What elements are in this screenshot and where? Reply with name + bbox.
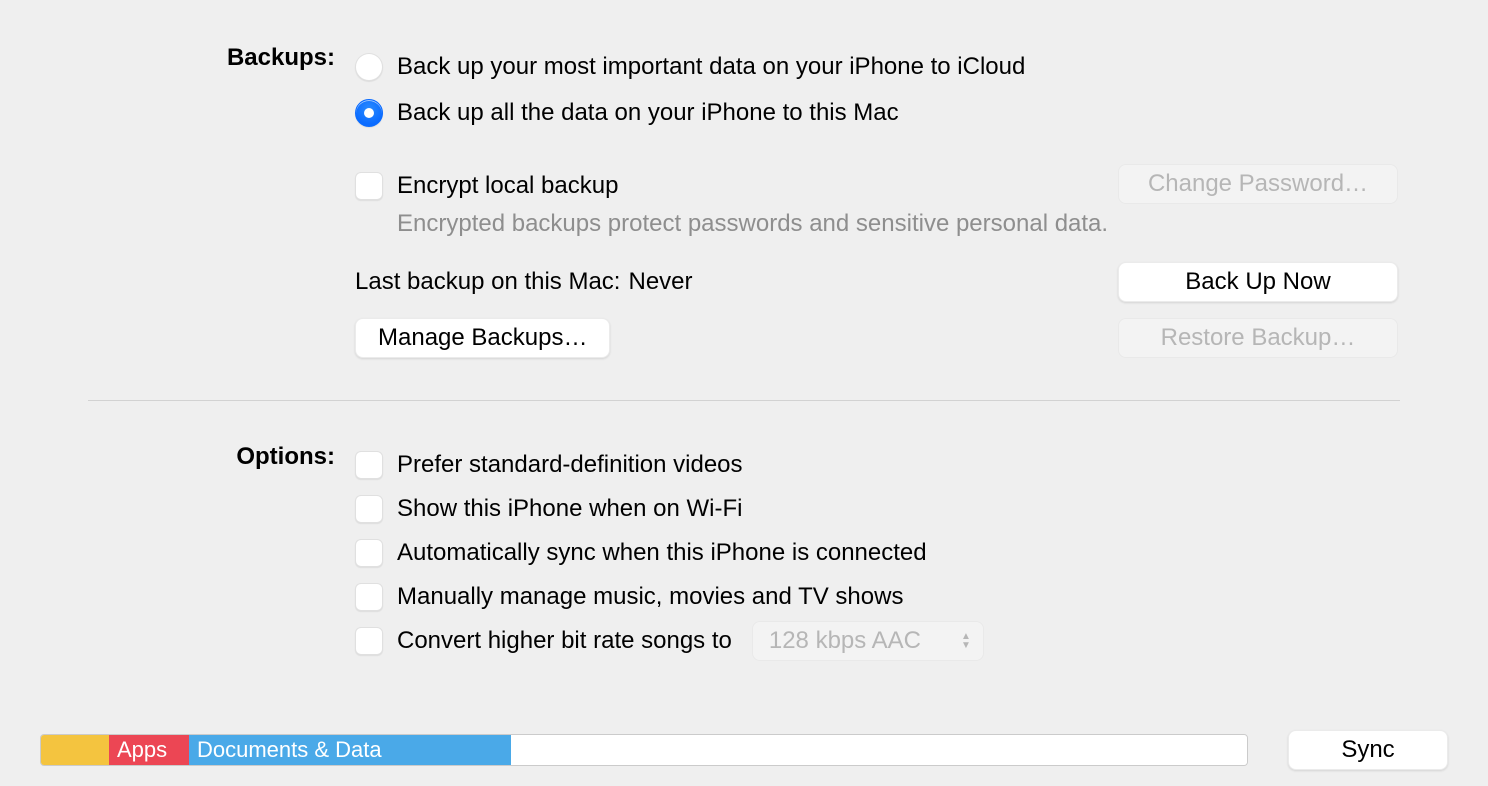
bitrate-dropdown-value: 128 kbps AAC	[769, 627, 921, 655]
option-autosync-checkbox[interactable]	[355, 539, 383, 567]
last-backup-label: Last backup on this Mac:	[355, 268, 620, 296]
option-autosync-label: Automatically sync when this iPhone is c…	[397, 539, 927, 567]
storage-segment-apps: Apps	[109, 735, 189, 765]
storage-segment-documents: Documents & Data	[189, 735, 511, 765]
backup-mac-radio[interactable]	[355, 99, 383, 127]
options-section-label: Options:	[0, 443, 355, 471]
updown-icon: ▲▼	[961, 633, 971, 650]
storage-bar: Apps Documents & Data	[40, 734, 1248, 766]
storage-segment-free	[511, 735, 1247, 765]
option-sd-videos-label: Prefer standard-definition videos	[397, 451, 743, 479]
option-convert-bitrate-checkbox[interactable]	[355, 627, 383, 655]
backup-icloud-radio[interactable]	[355, 53, 383, 81]
back-up-now-button[interactable]: Back Up Now	[1118, 262, 1398, 302]
option-convert-bitrate-label: Convert higher bit rate songs to	[397, 627, 732, 655]
manage-backups-button[interactable]: Manage Backups…	[355, 318, 610, 358]
backup-mac-label: Back up all the data on your iPhone to t…	[397, 99, 899, 127]
option-wifi-checkbox[interactable]	[355, 495, 383, 523]
storage-segment-other	[41, 735, 109, 765]
option-wifi-label: Show this iPhone when on Wi-Fi	[397, 495, 743, 523]
backup-icloud-label: Back up your most important data on your…	[397, 53, 1025, 81]
last-backup-value: Never	[628, 268, 692, 296]
option-sd-videos-checkbox[interactable]	[355, 451, 383, 479]
encrypt-backup-hint: Encrypted backups protect passwords and …	[397, 210, 1118, 238]
sync-button[interactable]: Sync	[1288, 730, 1448, 770]
encrypt-backup-label: Encrypt local backup	[397, 172, 618, 200]
backups-section-label: Backups:	[0, 44, 355, 72]
change-password-button: Change Password…	[1118, 164, 1398, 204]
restore-backup-button: Restore Backup…	[1118, 318, 1398, 358]
bitrate-dropdown: 128 kbps AAC ▲▼	[752, 621, 984, 661]
option-manual-manage-label: Manually manage music, movies and TV sho…	[397, 583, 903, 611]
option-manual-manage-checkbox[interactable]	[355, 583, 383, 611]
encrypt-backup-checkbox[interactable]	[355, 172, 383, 200]
